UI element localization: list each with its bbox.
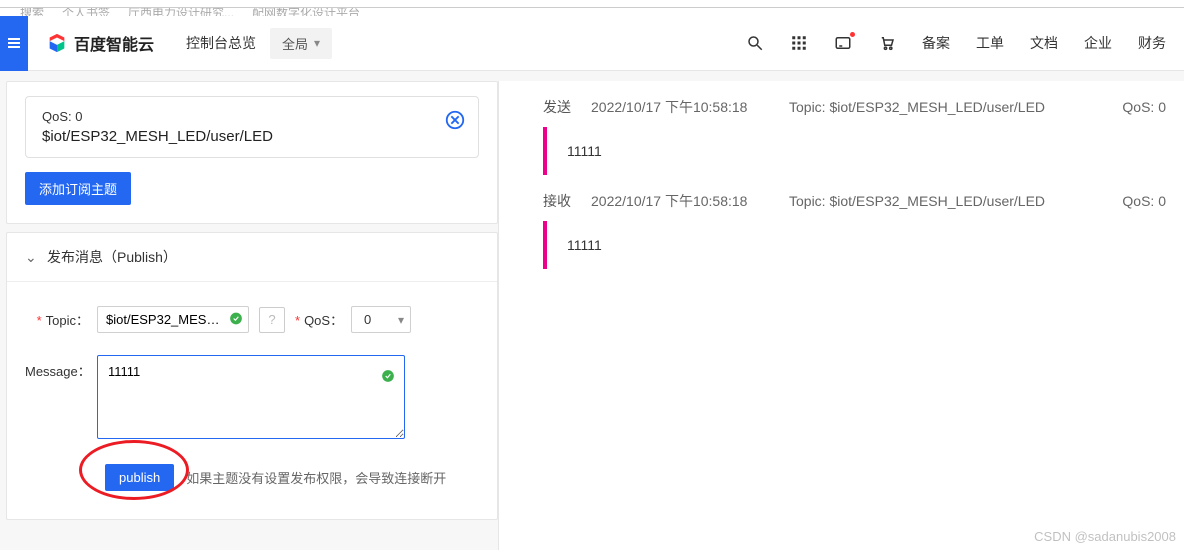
nav-link-finance[interactable]: 财务 [1138,33,1166,53]
message-direction: 发送 [543,97,573,117]
topic-label: Topic： [25,310,97,329]
chevron-down-icon: ▾ [398,313,404,327]
message-topic: Topic: $iot/ESP32_MESH_LED/user/LED [789,193,1088,209]
console-overview-link[interactable]: 控制台总览 [172,33,270,53]
global-dropdown-label: 全局 [282,34,308,53]
messages-pane: 发送 2022/10/17 下午10:58:18 Topic: $iot/ESP… [498,81,1184,550]
logo-text: 百度智能云 [74,31,154,55]
apps-grid-icon[interactable] [790,34,808,52]
check-icon [229,311,243,328]
publish-form: Topic： ? QoS： 0 ▾ Message： [7,282,497,519]
topic-help-button[interactable]: ? [259,307,285,333]
bookmark-item[interactable]: 厅西电力设计研究... [128,8,234,16]
subscription-card: QoS: 0 $iot/ESP32_MESH_LED/user/LED [25,96,479,158]
global-dropdown[interactable]: 全局 ▾ [270,28,332,59]
browser-tabs-stub [0,0,1184,8]
topic-input[interactable] [97,306,249,333]
chevron-down-icon: ⌄ [25,249,37,266]
bookmark-item[interactable]: 搜索 [20,8,44,16]
bookmarks-bar: 搜索 个人书签 厅西电力设计研究... 配网数字化设计平台 [0,8,1184,16]
add-subscription-button[interactable]: 添加订阅主题 [25,172,131,205]
nav-link-ticket[interactable]: 工单 [976,33,1004,53]
message-time: 2022/10/17 下午10:58:18 [591,97,771,117]
publish-panel: ⌄ 发布消息（Publish） Topic： ? QoS： 0 ▾ [6,232,498,520]
publish-panel-header[interactable]: ⌄ 发布消息（Publish） [7,233,497,282]
message-topic: Topic: $iot/ESP32_MESH_LED/user/LED [789,99,1088,115]
watermark: CSDN @sadanubis2008 [1034,529,1176,544]
remove-subscription-button[interactable] [444,109,466,134]
top-bar: 百度智能云 控制台总览 全局 ▾ 备案 工单 文档 企业 财务 [0,16,1184,71]
message-body: 11111 [543,127,1166,175]
publish-button[interactable]: publish [105,464,174,491]
message-qos: QoS: 0 [1106,193,1166,209]
nav-link-docs[interactable]: 文档 [1030,33,1058,53]
nav-right: 备案 工单 文档 企业 财务 [746,33,1184,53]
search-icon[interactable] [746,34,764,52]
cart-icon[interactable] [878,34,896,52]
qos-select-value: 0 [364,312,371,327]
subscription-topic: $iot/ESP32_MESH_LED/user/LED [42,128,462,145]
content: QoS: 0 $iot/ESP32_MESH_LED/user/LED 添加订阅… [0,71,1184,550]
qos-select[interactable]: 0 ▾ [351,306,411,333]
qos-label: QoS： [295,310,351,329]
nav-link-beian[interactable]: 备案 [922,33,950,53]
left-pane: QoS: 0 $iot/ESP32_MESH_LED/user/LED 添加订阅… [0,81,498,550]
logo[interactable]: 百度智能云 [28,31,172,55]
message-textarea[interactable] [97,355,405,439]
message-entry: 接收 2022/10/17 下午10:58:18 Topic: $iot/ESP… [543,191,1166,269]
bookmark-item[interactable]: 个人书签 [62,8,110,16]
check-icon [381,369,395,386]
message-label: Message： [25,361,97,380]
message-icon[interactable] [834,34,852,52]
subscription-qos: QoS: 0 [42,109,462,124]
subscribe-panel: QoS: 0 $iot/ESP32_MESH_LED/user/LED 添加订阅… [6,81,498,224]
message-time: 2022/10/17 下午10:58:18 [591,191,771,211]
bookmark-item[interactable]: 配网数字化设计平台 [252,8,360,16]
nav-link-enterprise[interactable]: 企业 [1084,33,1112,53]
publish-panel-title: 发布消息（Publish） [47,247,177,267]
hamburger-menu[interactable] [0,16,28,71]
message-body: 11111 [543,221,1166,269]
chevron-down-icon: ▾ [314,36,320,50]
message-qos: QoS: 0 [1106,99,1166,115]
logo-icon [46,32,68,54]
message-entry: 发送 2022/10/17 下午10:58:18 Topic: $iot/ESP… [543,97,1166,175]
message-direction: 接收 [543,191,573,211]
publish-hint: 如果主题没有设置发布权限，会导致连接断开 [186,468,446,487]
